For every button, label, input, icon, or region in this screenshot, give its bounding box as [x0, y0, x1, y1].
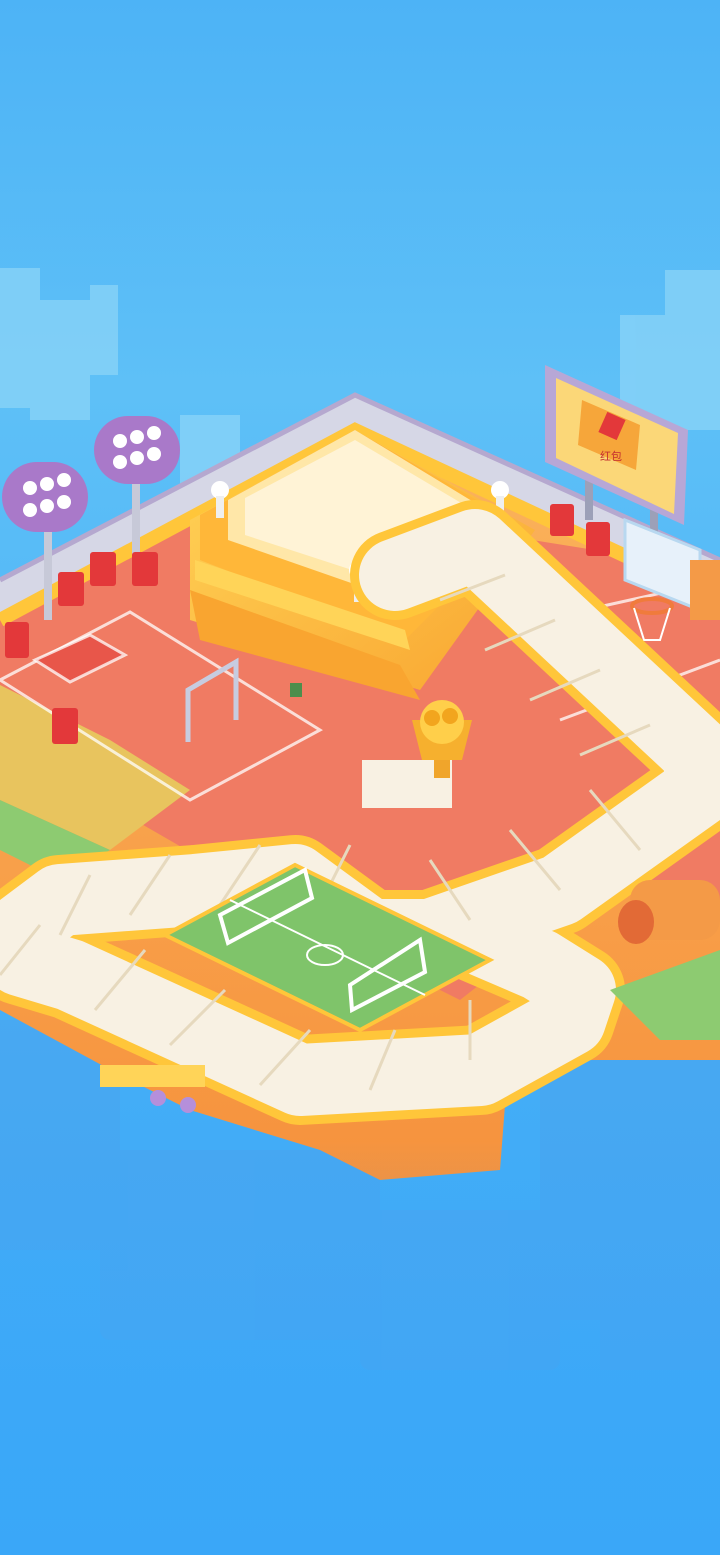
tube-decoration: [618, 880, 720, 944]
game-scene: 红包: [0, 0, 720, 1555]
billboard-label: 红包: [600, 450, 622, 463]
lower-fade: [0, 1140, 720, 1555]
trash-bin: [290, 683, 302, 697]
scene-illustration: 红包: [0, 0, 720, 1555]
